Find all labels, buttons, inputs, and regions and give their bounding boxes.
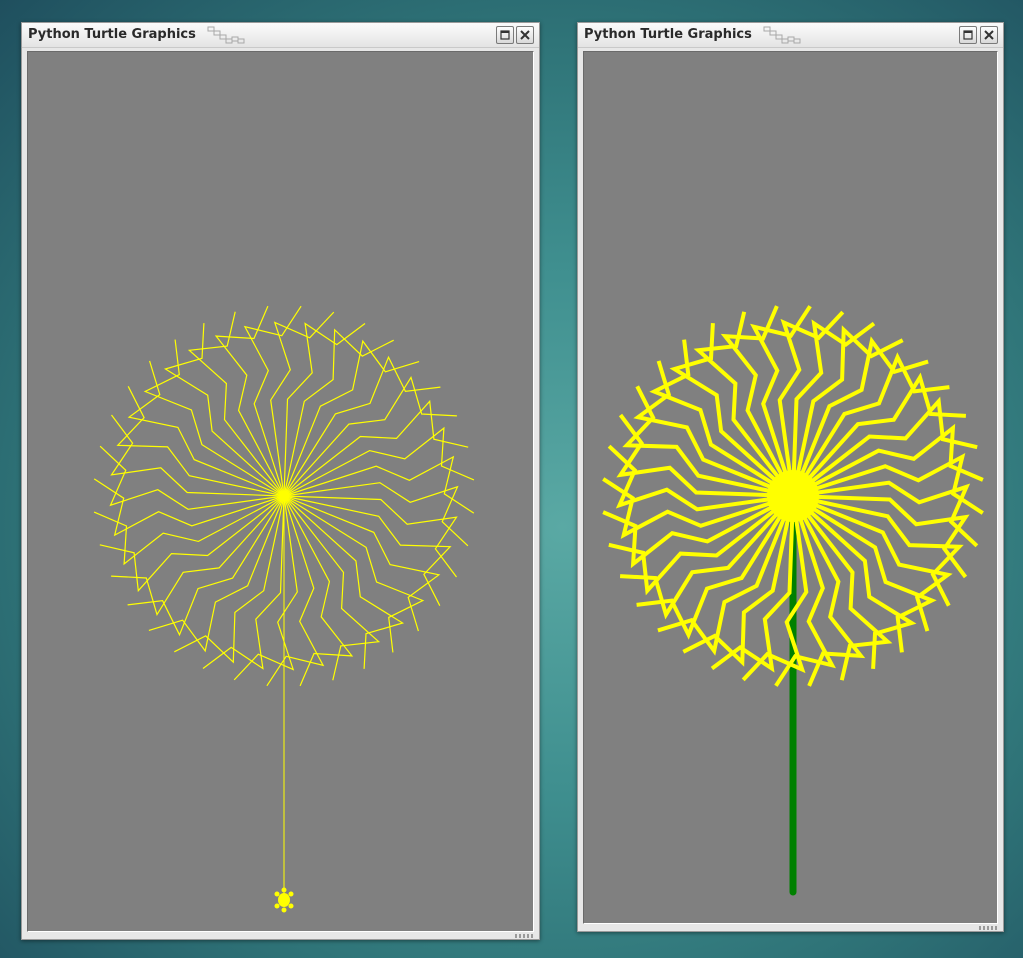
flower-petal-stroke <box>283 322 366 497</box>
window-title: Python Turtle Graphics <box>584 27 752 42</box>
flower-center <box>767 470 819 522</box>
close-button[interactable] <box>980 26 998 44</box>
flower-petal-stroke <box>283 426 475 497</box>
maximize-button[interactable] <box>959 26 977 44</box>
turtle-canvas[interactable] <box>27 51 534 932</box>
turtle-icon <box>274 887 294 913</box>
flower-petal-stroke <box>283 495 458 578</box>
resize-grip[interactable] <box>515 934 533 938</box>
turtle-window-2: Python Turtle Graphics <box>577 22 1004 932</box>
close-icon <box>520 30 530 40</box>
flower-center <box>279 491 289 501</box>
window-titlebar[interactable]: Python Turtle Graphics <box>22 23 539 48</box>
flower-petal-stroke <box>214 305 285 497</box>
flower-petal-stroke <box>110 414 285 497</box>
resize-grip[interactable] <box>979 926 997 930</box>
drawing-area <box>602 305 984 896</box>
maximize-button[interactable] <box>496 26 514 44</box>
close-button[interactable] <box>516 26 534 44</box>
maximize-icon <box>500 30 510 40</box>
flower-petal-stroke <box>93 495 285 566</box>
maximize-icon <box>963 30 973 40</box>
close-icon <box>984 30 994 40</box>
drawing-area <box>93 305 475 913</box>
flower-petal-stroke <box>283 495 354 687</box>
window-titlebar[interactable]: Python Turtle Graphics <box>578 23 1003 48</box>
turtle-window-1: Python Turtle Graphics <box>21 22 540 940</box>
titlebar-grip-icon <box>763 26 801 44</box>
window-title: Python Turtle Graphics <box>28 27 196 42</box>
titlebar-grip-icon <box>207 26 245 44</box>
turtle-canvas[interactable] <box>583 51 998 924</box>
flower-petal-stroke <box>202 495 285 670</box>
